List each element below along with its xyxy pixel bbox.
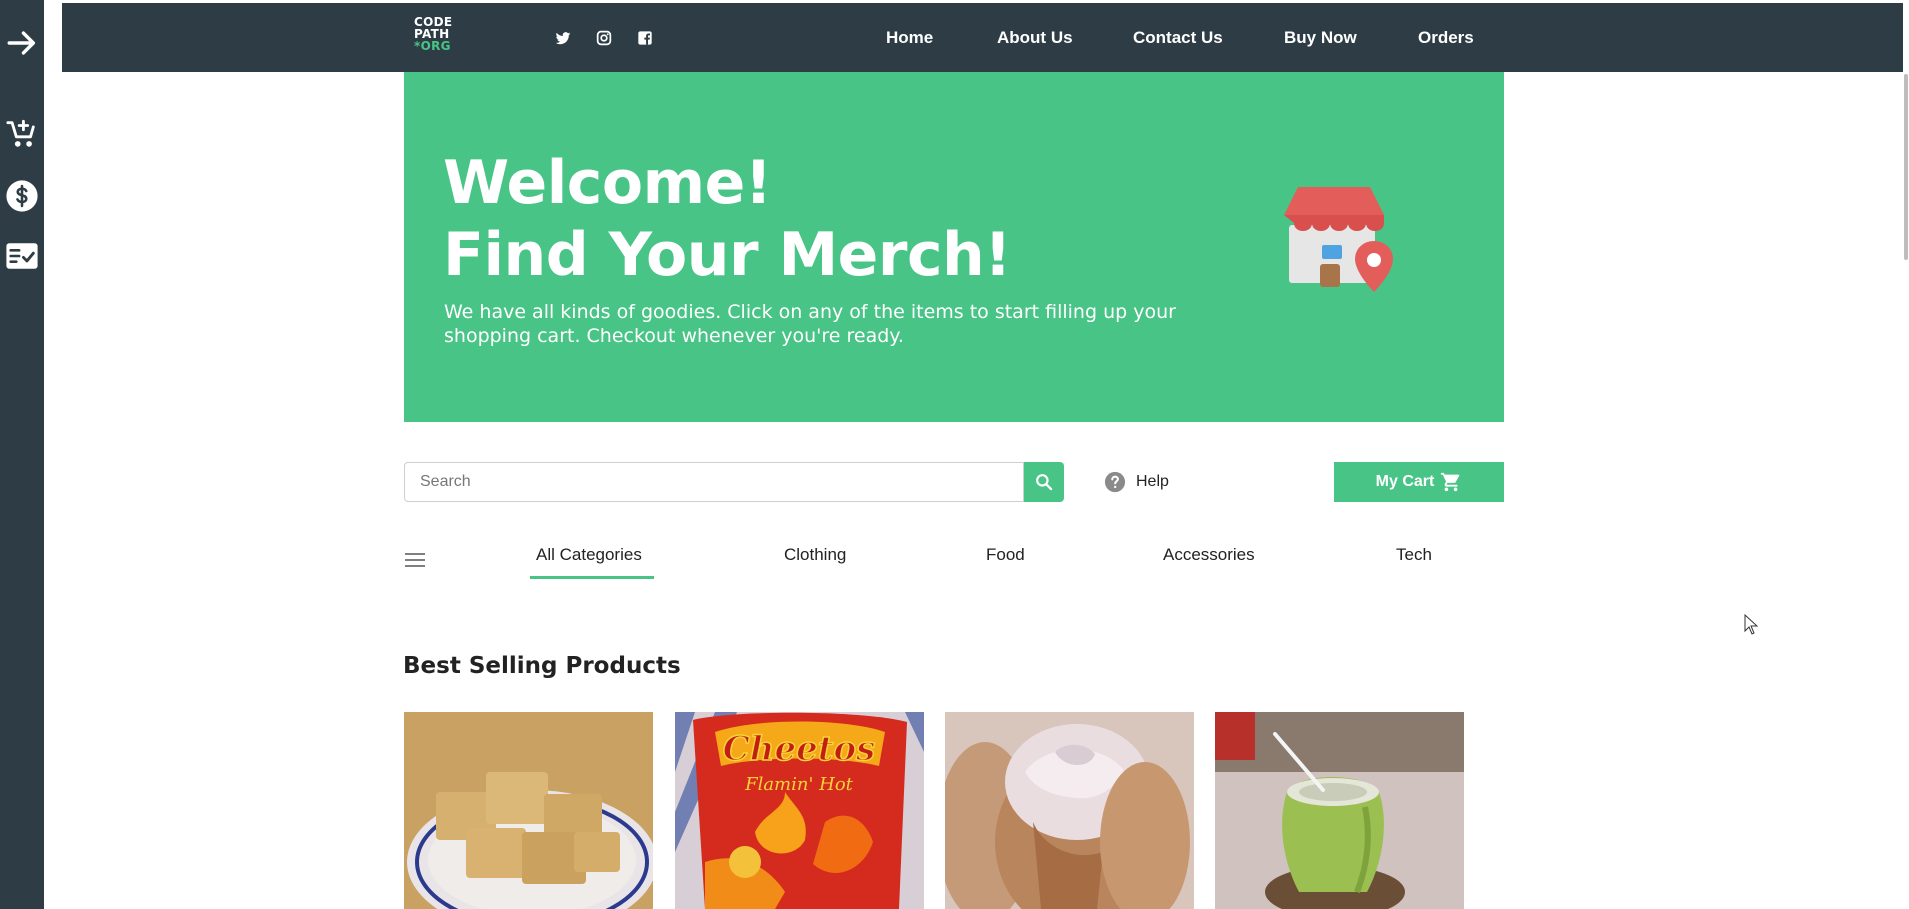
dollar-icon[interactable]	[4, 178, 40, 214]
nav-home[interactable]: Home	[886, 28, 933, 48]
category-accessories[interactable]: Accessories	[1163, 545, 1255, 565]
mouse-cursor-icon	[1744, 613, 1759, 636]
add-to-cart-icon[interactable]	[4, 116, 40, 152]
hero-title-line-1: Welcome!	[443, 148, 772, 218]
search-input[interactable]	[405, 463, 1023, 501]
product-card-rice-krispie-treats[interactable]	[404, 712, 653, 909]
svg-text:Cheetos: Cheetos	[723, 729, 876, 769]
my-cart-button[interactable]: My Cart	[1334, 462, 1504, 502]
store-location-icon	[1278, 185, 1398, 305]
twitter-icon[interactable]	[554, 29, 572, 47]
category-selected-underline	[530, 576, 654, 579]
my-cart-label: My Cart	[1375, 473, 1435, 490]
hero-title: Welcome! Find Your Merch!	[443, 147, 1012, 291]
scrollbar-thumb[interactable]	[1904, 74, 1908, 260]
product-card-coconut-drink[interactable]	[1215, 712, 1464, 909]
hero-title-line-2: Find Your Merch!	[443, 220, 1012, 290]
checklist-icon[interactable]	[4, 238, 40, 274]
nav-contact-us[interactable]: Contact Us	[1133, 28, 1223, 48]
nav-buy-now[interactable]: Buy Now	[1284, 28, 1357, 48]
product-card-cheetos[interactable]: Cheetos Flamin' Hot	[675, 712, 924, 909]
hero-subtitle: We have all kinds of goodies. Click on a…	[444, 301, 1176, 347]
svg-text:Flamin' Hot: Flamin' Hot	[744, 774, 854, 795]
hamburger-menu-icon[interactable]	[405, 552, 425, 568]
logo-line-3: *ORG	[414, 39, 451, 53]
facebook-icon[interactable]	[636, 29, 654, 47]
frame-gutter	[44, 0, 62, 909]
help-question-icon	[1104, 471, 1126, 493]
best-selling-title: Best Selling Products	[403, 653, 681, 679]
search-icon	[1036, 474, 1053, 491]
instagram-icon[interactable]	[595, 29, 613, 47]
hero-banner: Welcome! Find Your Merch! We have all ki…	[404, 72, 1504, 422]
codepath-logo[interactable]: CODE PATH *ORG	[414, 16, 462, 52]
nav-orders[interactable]: Orders	[1418, 28, 1474, 48]
product-card-cinnamon-roll[interactable]	[945, 712, 1194, 909]
arrow-right-icon[interactable]	[4, 25, 40, 61]
top-navbar: CODE PATH *ORG Home About Us Contact Us …	[62, 3, 1909, 72]
left-sidebar	[0, 0, 44, 909]
search-field[interactable]	[404, 462, 1024, 502]
category-food[interactable]: Food	[986, 545, 1025, 565]
category-all[interactable]: All Categories	[536, 545, 642, 565]
search-button[interactable]	[1024, 462, 1064, 502]
category-tech[interactable]: Tech	[1396, 545, 1432, 565]
nav-about-us[interactable]: About Us	[997, 28, 1073, 48]
help-button[interactable]: Help	[1104, 471, 1169, 493]
help-label: Help	[1136, 473, 1169, 490]
category-clothing[interactable]: Clothing	[784, 545, 846, 565]
shopping-cart-icon	[1441, 472, 1460, 492]
